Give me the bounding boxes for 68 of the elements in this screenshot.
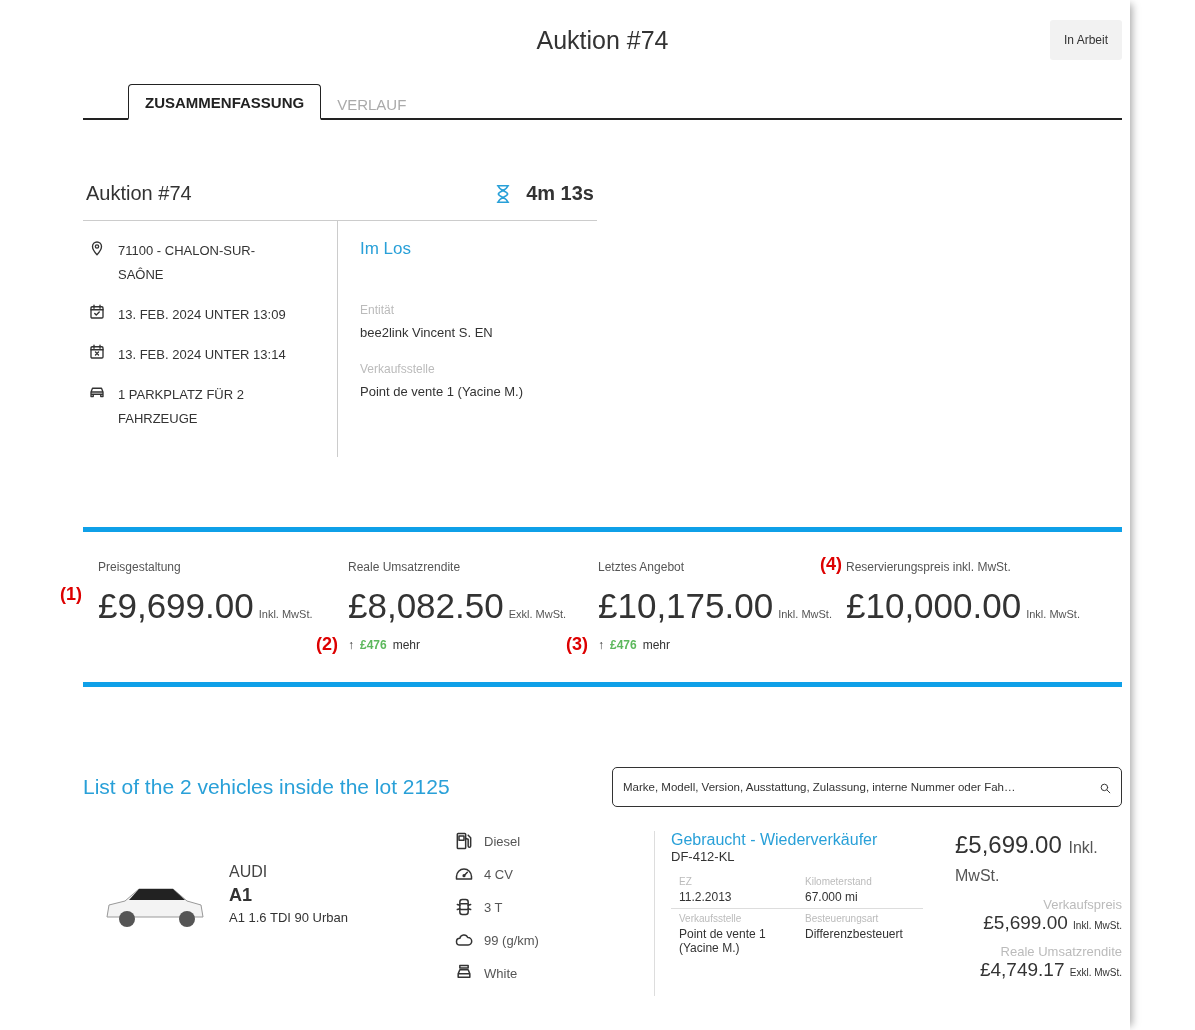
fuel-pump-icon [454,831,474,851]
fact-value: Differenzbesteuert [805,927,904,941]
up-arrow-icon: ↑ [598,638,604,652]
annotation-number: (3) [566,634,588,655]
calendar-check-icon [88,303,106,321]
field-value: Point de vente 1 (Yacine M.) [360,384,524,399]
vehicle-spec: 4 CV [484,866,513,882]
countdown-timer: 4m 13s [526,182,594,205]
price-label: Letztes Angebot [598,560,685,574]
search-icon [1099,782,1112,795]
annotation-number: (1) [60,584,82,605]
auction-detail: 13. FEB. 2024 UNTER 13:09 [118,306,287,324]
vehicle-make: AUDI [229,863,269,881]
price-value: £10,000.00 [846,586,1022,626]
fact-label: Kilometerstand [805,876,873,887]
tab[interactable]: ZUSAMMENFASSUNG [128,84,322,120]
vehicle-spec: 99 (g/km) [484,932,539,948]
auction-detail: 1 PARKPLATZ FÜR 2 FAHRZEUGE [118,386,245,428]
price-label: Verkaufspreis [1042,897,1122,912]
auction-detail: 71100 - CHALON-SUR-SAÔNE [118,242,257,284]
vehicle-spec: 3 T [484,899,503,915]
annotation-number: (2) [316,634,338,655]
calendar-x-icon [88,343,106,361]
tax-note: Exkl. MwSt. [1069,967,1122,978]
status-badge: In Arbeit [1049,20,1122,60]
price-label: Reale Umsatzrendite [999,944,1122,959]
lot-heading: Im Los [360,239,413,259]
fact-value: 67.000 mi [805,890,859,904]
field-label: Verkaufsstelle [360,362,436,376]
fact-label: Verkaufsstelle [679,913,743,924]
price-value: £9,699.00 [98,586,254,626]
price-value: £8,082.50 [348,586,504,626]
delta-amount: £476 [360,638,387,652]
fact-label: EZ [679,876,693,887]
price-label: Reale Umsatzrendite [348,560,461,574]
page-title: Auktion #74 [536,25,669,55]
auction-title: Auktion #74 [86,182,193,205]
fact-value: Point de vente 1 (Yacine M.) [679,927,767,955]
vehicle-spec: White [484,965,518,981]
price-label: Reservierungspreis inkl. MwSt. [846,560,1011,574]
up-arrow-icon: ↑ [348,638,354,652]
vehicle-spec: Diesel [484,833,521,849]
license-plate: DF-412-KL [671,849,736,864]
annotation-number: (4) [820,554,842,575]
tax-note: Exkl. MwSt. [508,608,567,620]
delta-suffix: mehr [642,638,671,652]
tax-note: Inkl. MwSt. [258,608,313,620]
delta-suffix: mehr [392,638,421,652]
car-front-icon [454,897,474,917]
vehicle-version: A1 1.6 TDI 90 Urban [229,910,349,925]
price-label: Preisgestaltung [98,560,181,574]
delta-amount: £476 [610,638,637,652]
vehicle-condition: Gebraucht - Wiederverkäufer [671,831,879,849]
price-value: £10,175.00 [598,586,774,626]
price-value: £5,699.00 [983,912,1068,933]
vehicle-list-title: List of the 2 vehicles inside the lot 2125 [83,775,450,799]
vehicle-price: £5,699.00 Inkl. MwSt. [955,831,1099,886]
price-value: £4,749.17 [979,959,1065,980]
fact-label: Besteuerungsart [805,913,880,924]
auction-detail: 13. FEB. 2024 UNTER 13:14 [118,346,287,364]
vehicle-model: A1 [229,885,253,906]
field-value: bee2link Vincent S. EN [360,325,494,340]
tax-note: Inkl. MwSt. [778,608,832,620]
field-label: Entität [360,303,396,317]
tax-note: Inkl. MwSt. [1073,920,1122,931]
tax-note: Inkl. MwSt. [1026,608,1080,620]
fact-value: 11.2.2013 [679,890,733,904]
search-field[interactable]: Marke, Modell, Version, Ausstattung, Zulassung, interne Nummer oder Fah… [612,767,1122,807]
